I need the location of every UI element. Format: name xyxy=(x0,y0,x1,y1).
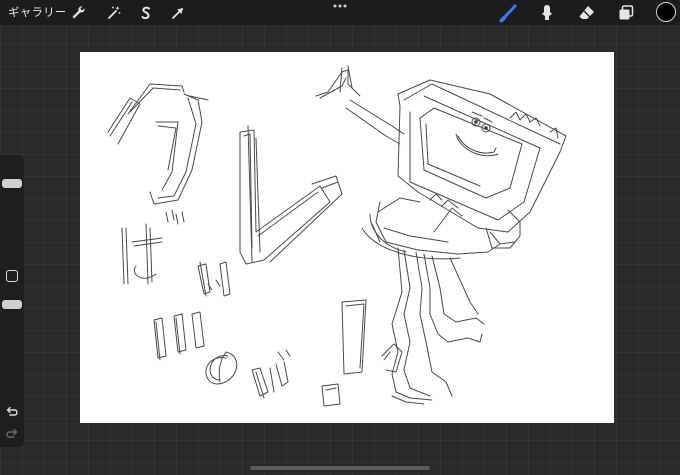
paint-tool-button[interactable] xyxy=(499,3,519,23)
eraser-tool-button[interactable] xyxy=(577,3,597,23)
color-picker-button[interactable] xyxy=(656,2,676,22)
smudge-tool-button[interactable] xyxy=(537,3,557,23)
layers-icon xyxy=(619,5,634,20)
gallery-button[interactable]: ギャラリー xyxy=(8,4,67,20)
wrench-icon xyxy=(72,6,85,19)
arrow-cursor-icon xyxy=(172,8,183,19)
side-toolbar xyxy=(0,155,24,447)
sketch-artwork xyxy=(107,65,567,407)
brush-size-slider[interactable] xyxy=(2,179,22,188)
ellipsis-icon[interactable] xyxy=(332,3,348,9)
home-indicator[interactable] xyxy=(250,466,430,470)
square-icon[interactable] xyxy=(6,270,18,282)
eraser-icon xyxy=(579,6,594,19)
top-toolbar: ギャラリー xyxy=(0,0,680,25)
adjustments-button[interactable] xyxy=(104,3,124,23)
redo-button[interactable] xyxy=(4,427,20,441)
actions-button[interactable] xyxy=(69,3,89,23)
transform-button[interactable] xyxy=(168,3,188,23)
undo-button[interactable] xyxy=(4,405,20,419)
smudge-icon xyxy=(542,5,552,20)
magic-wand-icon xyxy=(108,6,121,19)
selection-button[interactable] xyxy=(136,3,156,23)
drawing-canvas[interactable] xyxy=(80,52,614,423)
undo-arrow-icon xyxy=(6,406,18,416)
redo-arrow-icon xyxy=(6,428,18,438)
selection-s-icon xyxy=(141,6,150,20)
opacity-slider[interactable] xyxy=(2,300,22,309)
brush-icon xyxy=(499,4,517,23)
layers-button[interactable] xyxy=(616,3,636,23)
